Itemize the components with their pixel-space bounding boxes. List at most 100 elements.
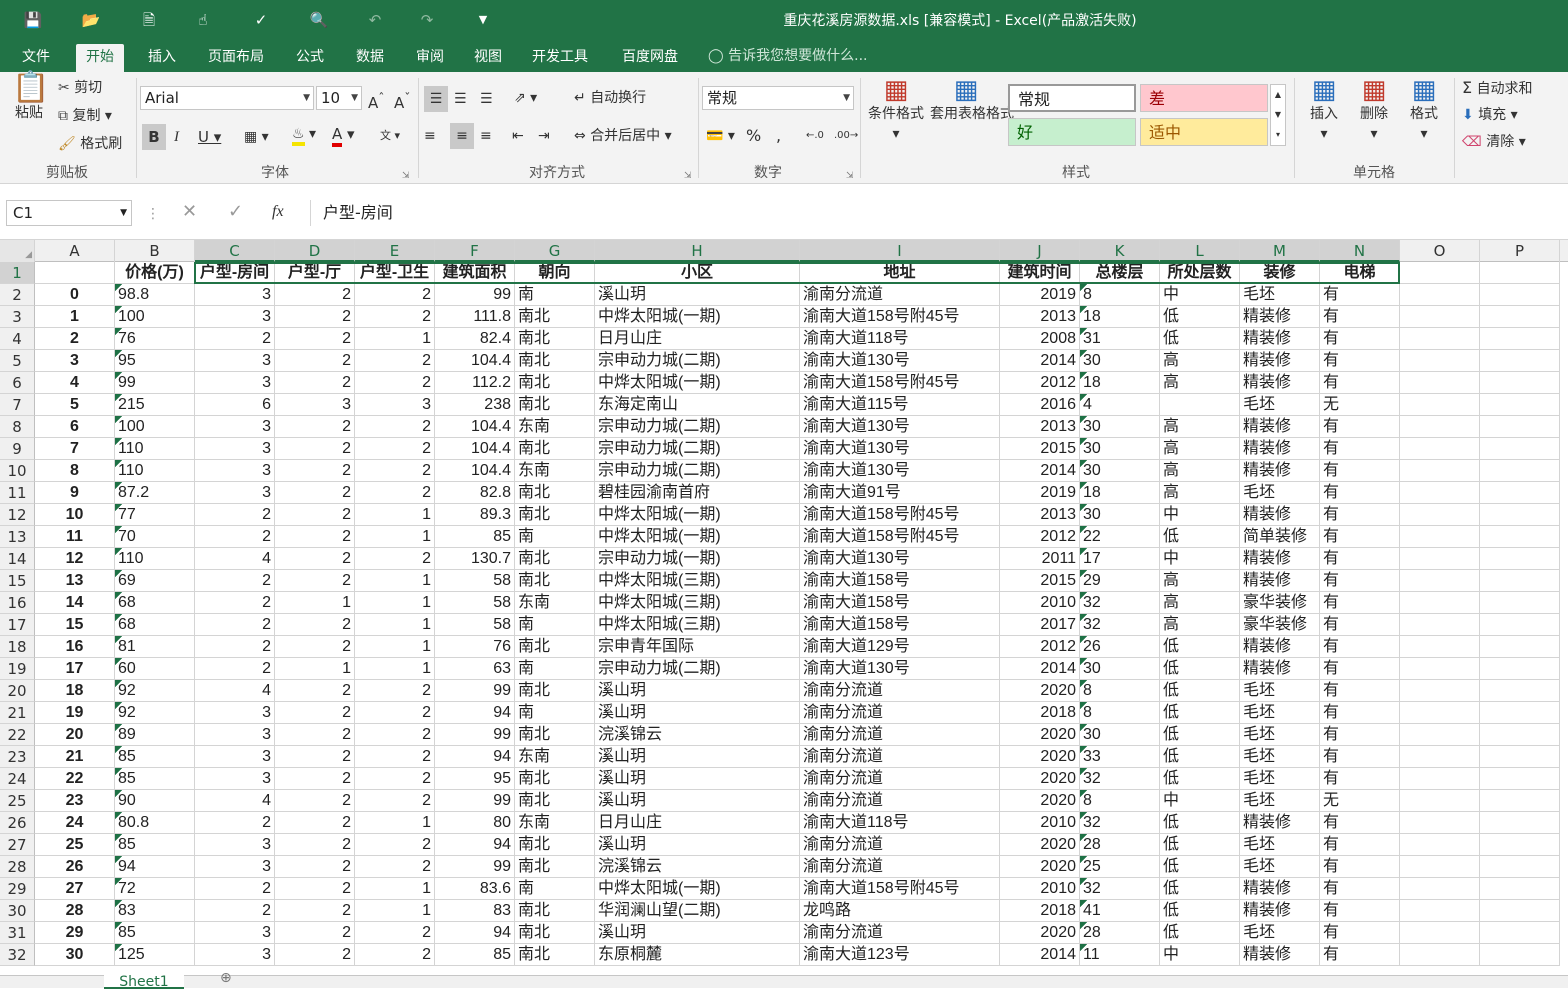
cell[interactable]: 7 (35, 438, 115, 460)
style-bad[interactable]: 差 (1140, 84, 1268, 112)
cell[interactable] (1480, 548, 1560, 570)
cell[interactable]: 2008 (1000, 328, 1080, 350)
cell[interactable]: 高 (1160, 614, 1240, 636)
dialog-launcher-icon[interactable]: ⇲ (684, 166, 692, 186)
cell[interactable]: 17 (1080, 548, 1160, 570)
font-color-button[interactable]: A ▾ (332, 124, 355, 147)
cell[interactable]: 低 (1160, 306, 1240, 328)
cell[interactable]: 有 (1320, 438, 1400, 460)
cell[interactable]: 110 (115, 548, 195, 570)
cell[interactable]: 精装修 (1240, 548, 1320, 570)
increase-decimal-button[interactable]: ←.0 (806, 126, 824, 146)
row-header[interactable]: 20 (0, 680, 35, 702)
cell[interactable]: 南北 (515, 372, 595, 394)
row-header[interactable]: 16 (0, 592, 35, 614)
cell[interactable] (1480, 922, 1560, 944)
underline-button[interactable]: U ▾ (198, 127, 221, 147)
cell[interactable] (1400, 262, 1480, 284)
cell[interactable]: 10 (35, 504, 115, 526)
cell[interactable] (1480, 900, 1560, 922)
cell[interactable]: 85 (435, 944, 515, 966)
cell[interactable]: 94 (435, 746, 515, 768)
cell[interactable] (1400, 328, 1480, 350)
row-header[interactable]: 27 (0, 834, 35, 856)
cell[interactable]: 92 (115, 680, 195, 702)
cell[interactable]: 2 (275, 372, 355, 394)
cell[interactable]: 高 (1160, 350, 1240, 372)
cell[interactable]: 渝南大道123号 (800, 944, 1000, 966)
cell[interactable]: 低 (1160, 834, 1240, 856)
cell[interactable]: 94 (435, 922, 515, 944)
cell[interactable]: 5 (35, 394, 115, 416)
cell[interactable]: 渝南大道158号附45号 (800, 878, 1000, 900)
cell[interactable]: 毛坯 (1240, 856, 1320, 878)
autosum-button[interactable]: Σ 自动求和 (1462, 78, 1533, 99)
cell[interactable]: 毛坯 (1240, 768, 1320, 790)
touch-mode-icon[interactable]: ☝ (190, 8, 216, 32)
cell[interactable]: 58 (435, 614, 515, 636)
cell[interactable] (1400, 306, 1480, 328)
cell[interactable]: 南北 (515, 834, 595, 856)
cell[interactable] (1400, 900, 1480, 922)
cell[interactable]: 精装修 (1240, 944, 1320, 966)
cell[interactable]: 2 (275, 812, 355, 834)
cell[interactable]: 南 (515, 658, 595, 680)
cell[interactable]: 18 (1080, 306, 1160, 328)
cell[interactable] (1400, 702, 1480, 724)
cell[interactable]: 3 (195, 438, 275, 460)
cell[interactable]: 2 (275, 328, 355, 350)
cell[interactable]: 2020 (1000, 856, 1080, 878)
cell[interactable]: 渝南大道158号附45号 (800, 526, 1000, 548)
cell[interactable]: 低 (1160, 526, 1240, 548)
cell[interactable]: 2 (195, 658, 275, 680)
cell[interactable]: 85 (435, 526, 515, 548)
cell[interactable]: 1 (355, 592, 435, 614)
cell[interactable]: 29 (35, 922, 115, 944)
cell[interactable]: 精装修 (1240, 812, 1320, 834)
cell[interactable]: 有 (1320, 482, 1400, 504)
cell[interactable]: 2 (195, 328, 275, 350)
cell[interactable]: 精装修 (1240, 570, 1320, 592)
cell[interactable]: 高 (1160, 416, 1240, 438)
cell[interactable]: 东南 (515, 592, 595, 614)
cell[interactable]: 17 (35, 658, 115, 680)
cell[interactable]: 85 (115, 922, 195, 944)
cell[interactable]: 2019 (1000, 482, 1080, 504)
cell[interactable]: 中烨太阳城(一期) (595, 306, 800, 328)
cell[interactable]: 2 (195, 570, 275, 592)
cell[interactable]: 精装修 (1240, 328, 1320, 350)
cell[interactable] (1400, 922, 1480, 944)
cell[interactable]: 精装修 (1240, 306, 1320, 328)
cell[interactable]: 渝南大道130号 (800, 658, 1000, 680)
cell[interactable]: 3 (195, 944, 275, 966)
cell[interactable]: 99 (435, 790, 515, 812)
cell[interactable]: 中烨太阳城(一期) (595, 372, 800, 394)
number-format-combo[interactable]: 常规 ▼ (702, 86, 854, 110)
cell[interactable]: 装修 (1240, 262, 1320, 284)
customize-qat-icon[interactable]: ▼ (470, 8, 496, 32)
cell[interactable]: 24 (35, 812, 115, 834)
redo-icon[interactable]: ↷ (414, 8, 440, 32)
cell[interactable]: 宗申动力城(一期) (595, 548, 800, 570)
cell[interactable]: 精装修 (1240, 504, 1320, 526)
cell[interactable] (1400, 790, 1480, 812)
cell[interactable]: 87.2 (115, 482, 195, 504)
cell[interactable]: 98.8 (115, 284, 195, 306)
cell[interactable]: 99 (435, 680, 515, 702)
cell[interactable]: 南北 (515, 482, 595, 504)
cell[interactable] (1480, 262, 1560, 284)
cell[interactable]: 22 (1080, 526, 1160, 548)
align-center-button[interactable]: ≡ (450, 123, 474, 149)
cell[interactable]: 有 (1320, 746, 1400, 768)
cell[interactable]: 溪山玥 (595, 284, 800, 306)
cell[interactable]: 4 (195, 548, 275, 570)
cell[interactable]: 94 (435, 834, 515, 856)
paste-button[interactable]: 📋 粘贴 (12, 73, 49, 123)
cell[interactable]: 3 (195, 746, 275, 768)
tell-me-search[interactable]: ◯ 告诉我您想要做什么... (708, 44, 867, 68)
cell[interactable]: 2013 (1000, 306, 1080, 328)
cell[interactable]: 2 (35, 328, 115, 350)
align-middle-button[interactable]: ☰ (454, 89, 467, 109)
cell[interactable]: 30 (1080, 350, 1160, 372)
cell[interactable] (1480, 746, 1560, 768)
